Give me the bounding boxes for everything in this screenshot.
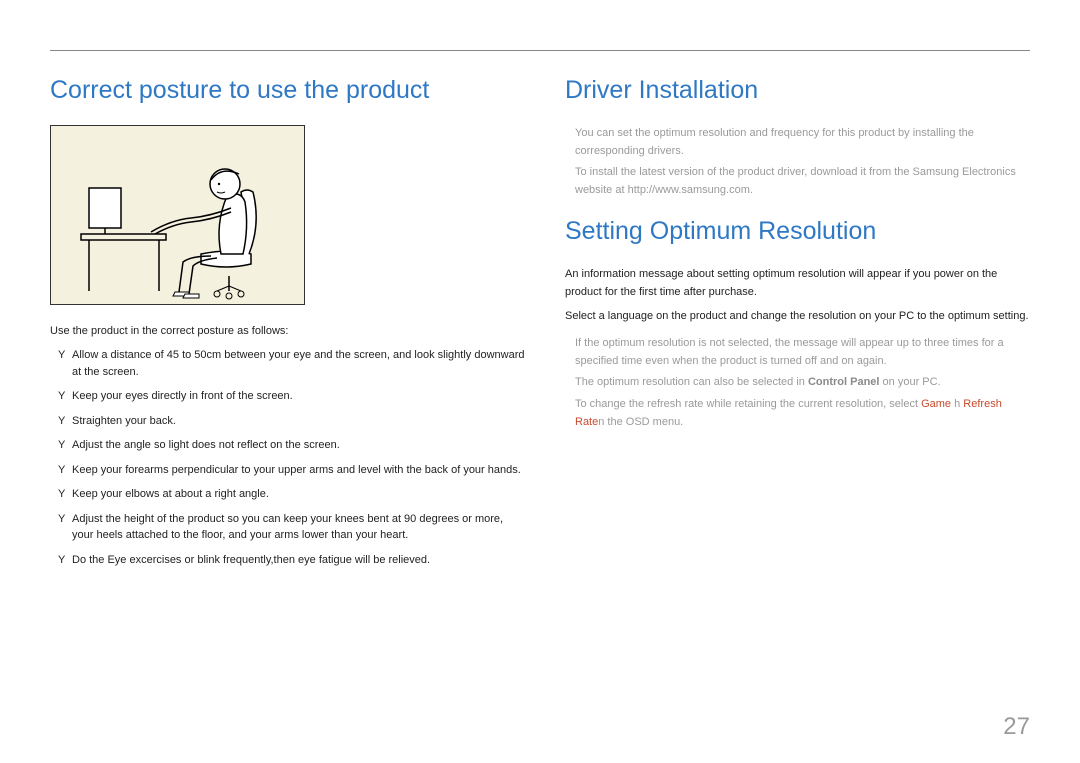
list-item: Straighten your back. xyxy=(50,413,525,430)
note-line: To change the refresh rate while retaini… xyxy=(565,396,1030,431)
posture-svg xyxy=(51,126,306,306)
left-column: Correct posture to use the product xyxy=(50,76,525,576)
posture-bullets: Allow a distance of 45 to 50cm between y… xyxy=(50,347,525,568)
driver-note: You can set the optimum resolution and f… xyxy=(565,125,1030,199)
page-number: 27 xyxy=(1003,713,1030,741)
heading-driver: Driver Installation xyxy=(565,76,1030,105)
list-item: Do the Eye excercises or blink frequentl… xyxy=(50,552,525,569)
list-item: Keep your eyes directly in front of the … xyxy=(50,388,525,405)
text: The optimum resolution can also be selec… xyxy=(575,376,808,388)
bold-text: Control Panel xyxy=(808,376,880,388)
text: on your PC. xyxy=(879,376,940,388)
note-line: You can set the optimum resolution and f… xyxy=(575,125,1030,160)
posture-illustration xyxy=(50,125,305,305)
columns: Correct posture to use the product xyxy=(50,76,1030,576)
menu-path-game: Game xyxy=(921,398,951,410)
list-item: Allow a distance of 45 to 50cm between y… xyxy=(50,347,525,380)
right-column: Driver Installation You can set the opti… xyxy=(565,76,1030,576)
heading-posture: Correct posture to use the product xyxy=(50,76,525,105)
note-line: The optimum resolution can also be selec… xyxy=(565,374,1030,392)
body-line: An information message about setting opt… xyxy=(565,266,1030,301)
list-item: Keep your forearms perpendicular to your… xyxy=(50,462,525,479)
list-item: Adjust the height of the product so you … xyxy=(50,511,525,544)
text: n the OSD menu. xyxy=(598,416,683,428)
manual-page: Correct posture to use the product xyxy=(0,0,1080,763)
list-item: Keep your elbows at about a right angle. xyxy=(50,486,525,503)
heading-resolution: Setting Optimum Resolution xyxy=(565,217,1030,246)
text: To change the refresh rate while retaini… xyxy=(575,398,921,410)
top-rule xyxy=(50,50,1030,51)
note-line: To install the latest version of the pro… xyxy=(575,164,1030,199)
posture-intro: Use the product in the correct posture a… xyxy=(50,325,525,337)
list-item: Adjust the angle so light does not refle… xyxy=(50,437,525,454)
text: h xyxy=(951,398,963,410)
note-line: If the optimum resolution is not selecte… xyxy=(565,335,1030,370)
body-line: Select a language on the product and cha… xyxy=(565,308,1030,326)
